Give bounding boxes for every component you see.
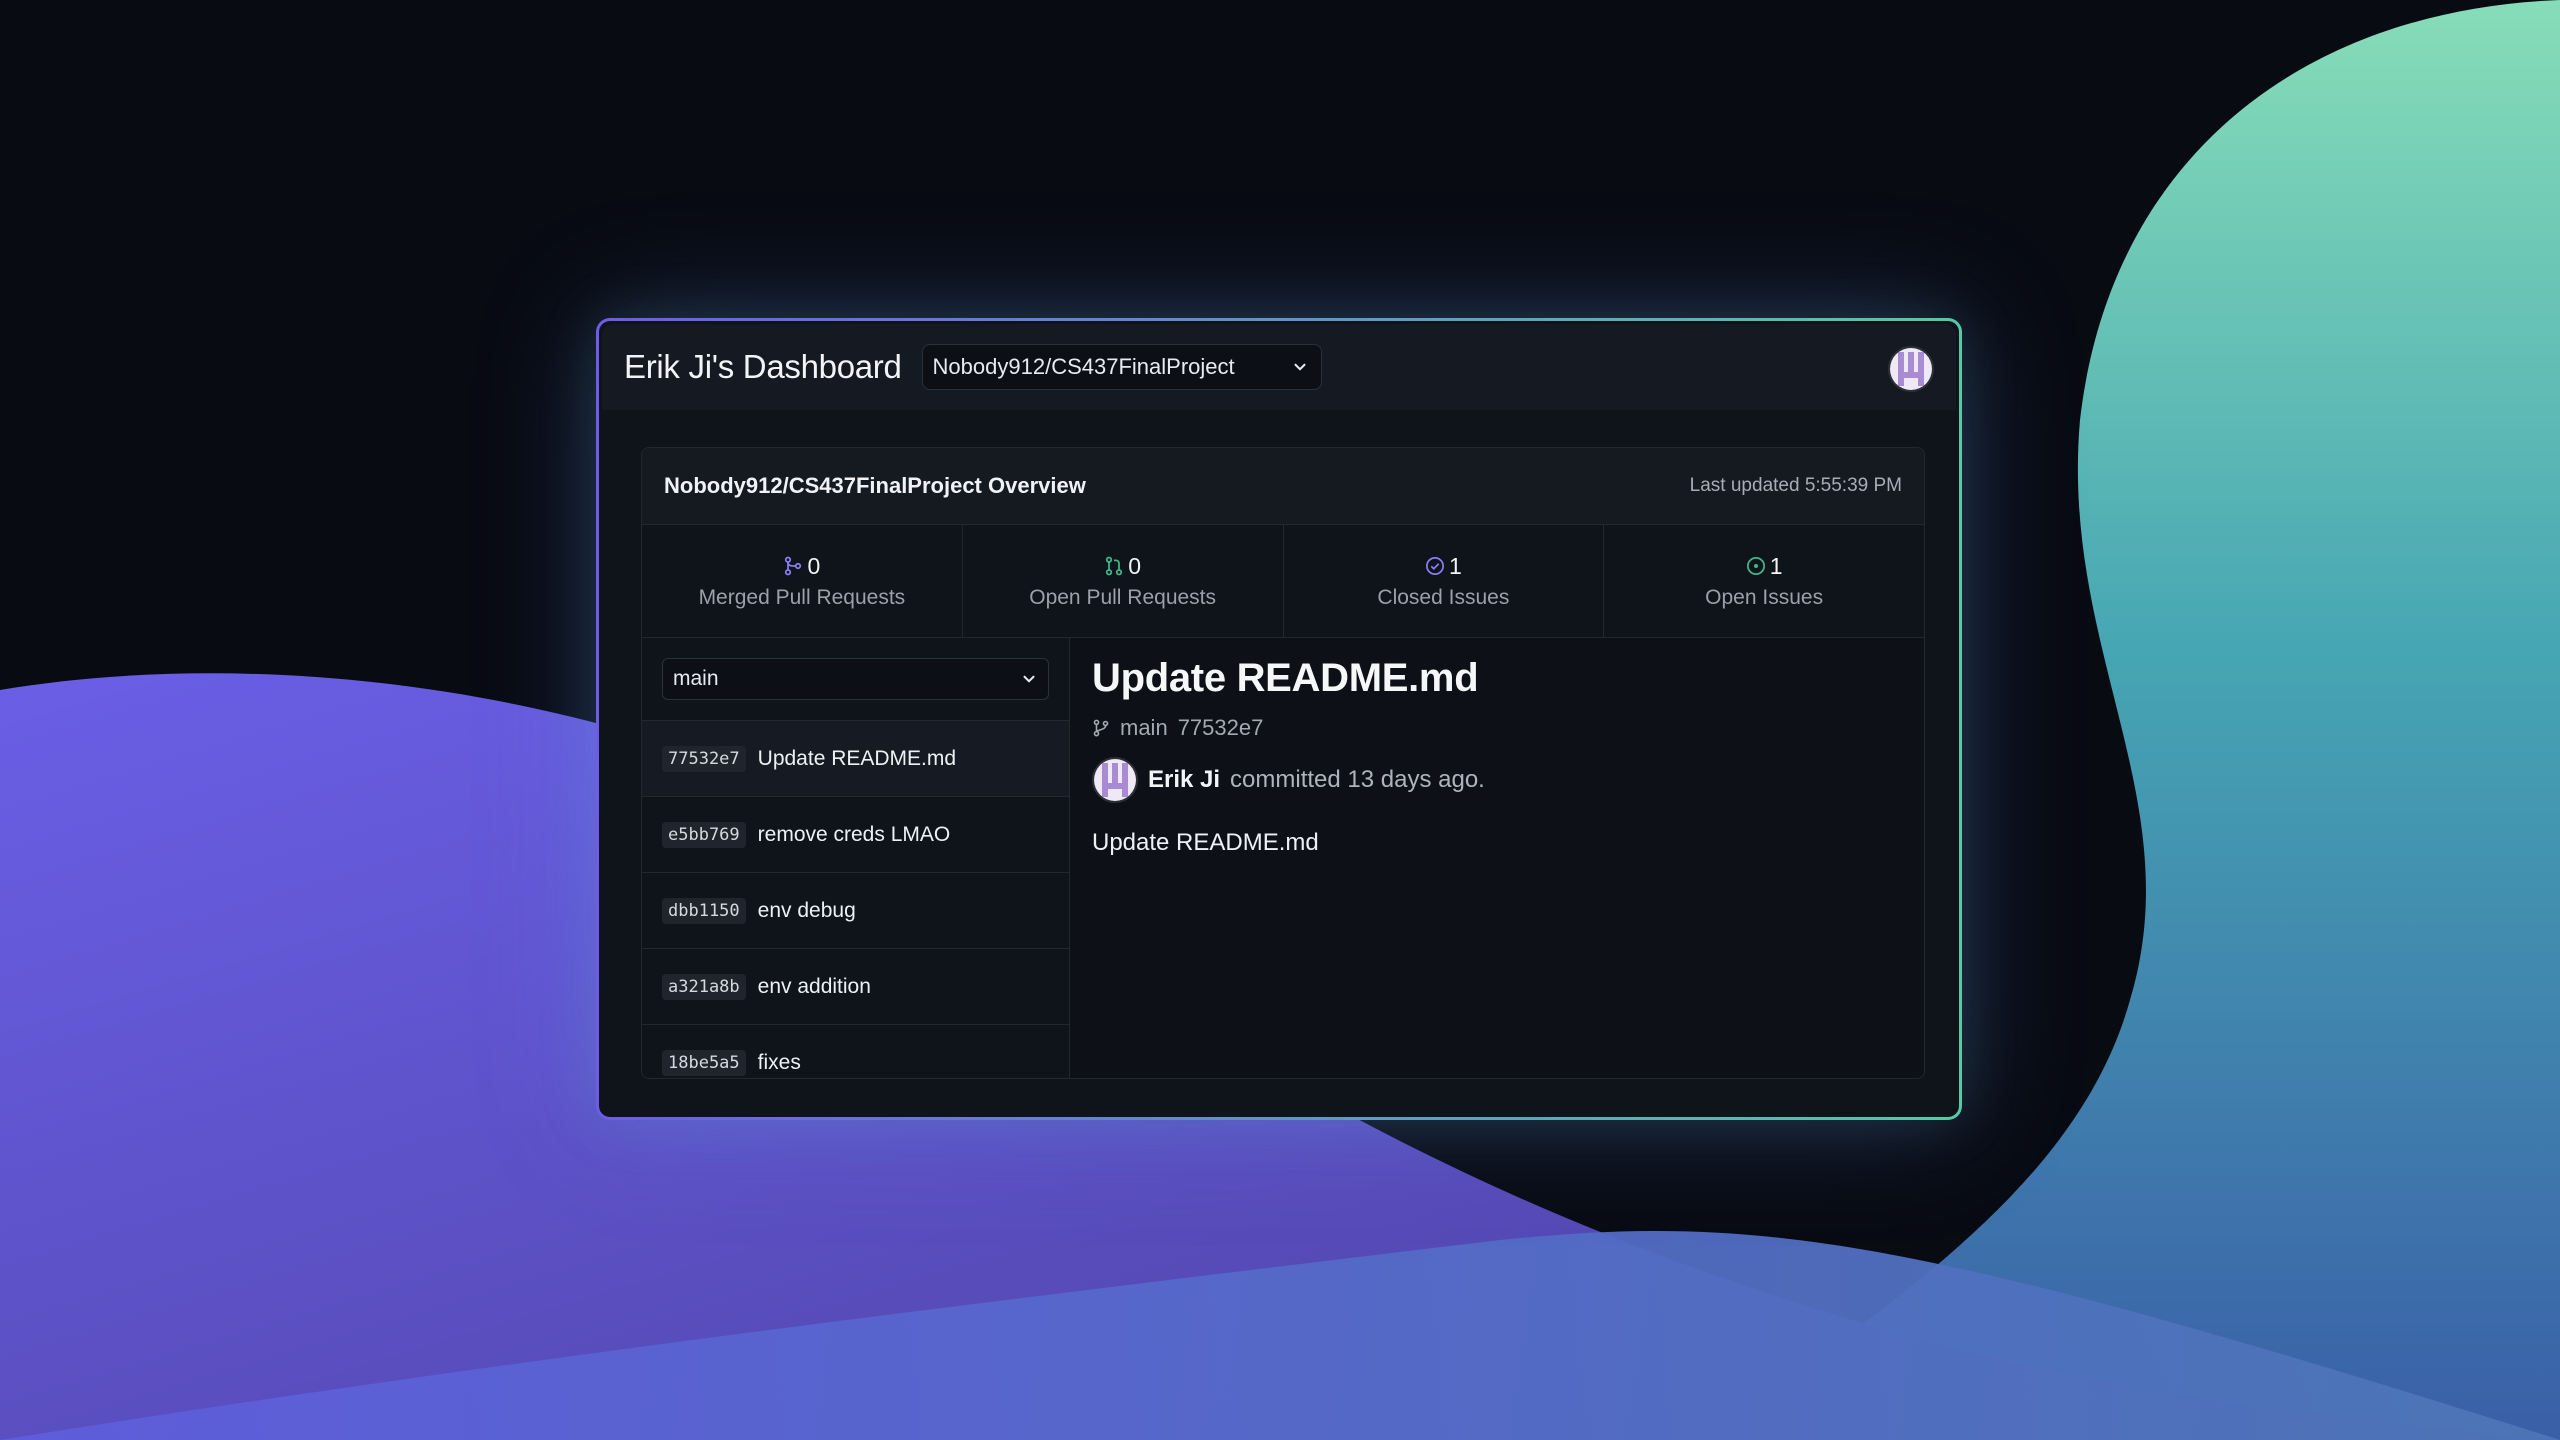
user-avatar[interactable] [1888, 346, 1934, 392]
commit-sha: e5bb769 [662, 821, 746, 848]
commit-list: main 77532e7 Update README.md e5bb769 re… [642, 638, 1070, 1078]
stat-closed-issues: 1 Closed Issues [1284, 525, 1605, 637]
top-bar: Erik Ji's Dashboard Nobody912/CS437Final… [602, 324, 1956, 410]
stat-value: 0 [1128, 552, 1142, 579]
commit-item[interactable]: 18be5a5 fixes [642, 1024, 1069, 1078]
commit-time: committed 13 days ago. [1230, 766, 1485, 793]
commit-message: env addition [757, 974, 871, 998]
commit-body: Update README.md [1092, 829, 1319, 856]
stat-label: Closed Issues [1377, 585, 1510, 609]
branch-select-value: main [673, 667, 719, 690]
stat-merged-prs: 0 Merged Pull Requests [642, 525, 963, 637]
stat-value: 1 [1448, 552, 1462, 579]
stat-label: Open Issues [1705, 585, 1824, 609]
commit-message: Update README.md [757, 746, 957, 770]
commit-detail-title: Update README.md [1092, 656, 1479, 700]
chevron-down-icon [1023, 675, 1035, 683]
repo-select-value: Nobody912/CS437FinalProject [932, 354, 1235, 379]
author-avatar [1092, 757, 1138, 803]
stat-open-issues: 1 Open Issues [1604, 525, 1924, 637]
chevron-down-icon [1294, 363, 1306, 371]
commit-branch: main [1120, 715, 1168, 740]
merge-icon [785, 556, 802, 576]
commit-item[interactable]: e5bb769 remove creds LMAO [642, 796, 1069, 872]
commit-message: fixes [757, 1050, 801, 1074]
dashboard-window: Erik Ji's Dashboard Nobody912/CS437Final… [596, 318, 1962, 1120]
commit-item[interactable]: 77532e7 Update README.md [642, 720, 1069, 796]
overview-header: Nobody912/CS437FinalProject Overview Las… [642, 448, 1924, 525]
commit-sha: a321a8b [662, 973, 746, 1000]
stat-value: 1 [1769, 552, 1783, 579]
commit-author[interactable]: Erik Ji [1148, 766, 1220, 794]
overview-title: Nobody912/CS437FinalProject Overview [664, 473, 1086, 498]
avatar-identicon-icon [1094, 759, 1136, 801]
commit-detail: Update README.md main 77532e7 Erik Ji co… [1070, 638, 1924, 1078]
stat-open-prs: 0 Open Pull Requests [963, 525, 1284, 637]
commits-section: main 77532e7 Update README.md e5bb769 re… [642, 638, 1924, 1078]
stat-value: 0 [807, 552, 821, 579]
issue-closed-icon [1425, 557, 1444, 575]
commit-detail-sha: 77532e7 [1177, 715, 1264, 740]
last-updated: Last updated 5:55:39 PM [1689, 475, 1902, 496]
commit-sha: 18be5a5 [662, 1049, 746, 1076]
repo-select[interactable]: Nobody912/CS437FinalProject [921, 344, 1322, 390]
commit-message: remove creds LMAO [757, 822, 951, 846]
commit-sha: dbb1150 [662, 897, 746, 924]
commit-meta: main 77532e7 [1092, 715, 1902, 741]
commit-item[interactable]: a321a8b env addition [642, 948, 1069, 1024]
issue-open-icon [1746, 557, 1765, 575]
branch-select[interactable]: main [662, 658, 1049, 700]
pull-request-icon [1106, 556, 1123, 576]
commit-author-row: Erik Ji committed 13 days ago. [1092, 757, 1902, 803]
dashboard-title: Erik Ji's Dashboard [624, 348, 902, 385]
stat-label: Open Pull Requests [1029, 585, 1217, 609]
commit-message: env debug [757, 898, 856, 922]
branch-icon [1093, 719, 1109, 737]
commit-item[interactable]: dbb1150 env debug [642, 872, 1069, 948]
commit-sha: 77532e7 [662, 745, 746, 772]
stats-row: 0 Merged Pull Requests 0 Open Pull Reque… [642, 525, 1924, 638]
avatar-identicon-icon [1890, 348, 1932, 390]
stat-label: Merged Pull Requests [698, 585, 906, 609]
overview-card: Nobody912/CS437FinalProject Overview Las… [641, 447, 1925, 1079]
